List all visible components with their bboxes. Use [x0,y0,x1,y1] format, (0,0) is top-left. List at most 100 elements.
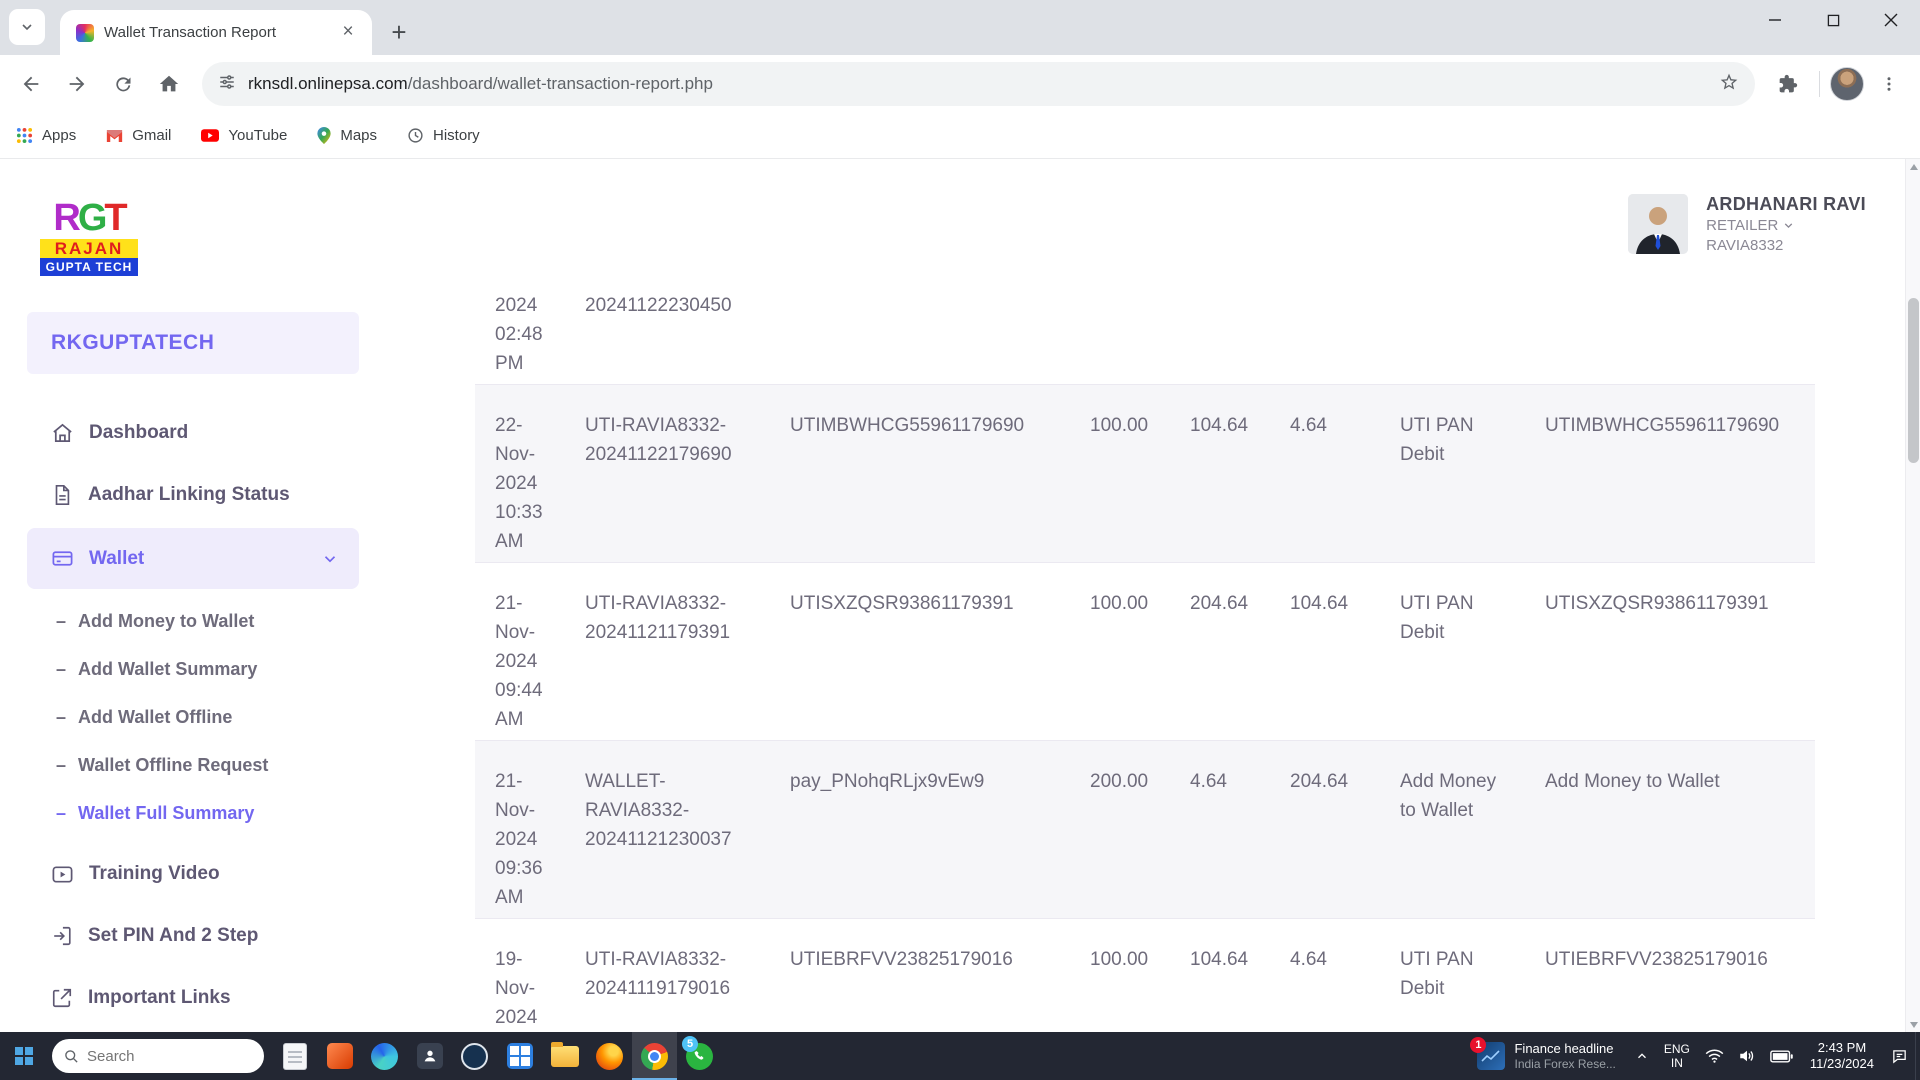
sidebar-item-training-video[interactable]: Training Video [0,843,386,905]
user-role-label: RETAILER [1706,216,1778,236]
wallet-submenu: – Add Money to Wallet – Add Wallet Summa… [0,597,386,837]
table-row: 21-Nov-2024 09:36 AM WALLET-RAVIA8332-20… [475,741,1815,919]
user-name: ARDHANARI RAVI [1706,193,1866,216]
user-role-dropdown[interactable]: RETAILER [1706,216,1866,236]
taskbar-icon-firefox[interactable] [587,1032,632,1080]
youtube-icon [201,129,219,142]
history-clock-icon [407,127,424,144]
logo-letters: RGT [40,199,138,237]
taskbar-icon-dell[interactable] [452,1032,497,1080]
window-minimize-button[interactable] [1746,0,1804,40]
bookmark-gmail[interactable]: Gmail [106,127,171,144]
bookmark-youtube[interactable]: YouTube [201,127,287,144]
cell-type: Add Money to Wallet [1380,767,1525,918]
puzzle-icon [1778,74,1798,94]
taskbar-icon-whatsapp[interactable]: 5 [677,1032,722,1080]
tray-show-hidden-icons[interactable] [1628,1032,1656,1080]
sidebar-subitem-add-money-to-wallet[interactable]: – Add Money to Wallet [0,597,386,645]
sidebar-subitem-label: Wallet Offline Request [78,755,268,776]
taskbar-icon-notepad[interactable] [272,1032,317,1080]
address-bar[interactable]: rknsdl.onlinepsa.com/dashboard/wallet-tr… [202,62,1755,106]
extensions-button[interactable] [1767,63,1809,105]
news-widget[interactable]: 1 Finance headline India Forex Rese... [1465,1041,1627,1071]
scrollbar-thumb[interactable] [1908,298,1919,463]
back-button[interactable] [10,63,52,105]
cell-type: UTI PAN Debit [1380,589,1525,740]
cell-amount: 100.00 [1070,589,1170,740]
taskbar-search-input[interactable] [87,1048,237,1065]
taskbar-clock[interactable]: 2:43 PM 11/23/2024 [1800,1040,1884,1072]
home-icon [51,422,74,445]
sidebar-item-important-links[interactable]: Important Links [0,967,386,1029]
page-scrollbar[interactable] [1905,159,1920,1032]
chevron-down-icon [19,19,35,35]
user-avatar[interactable] [1628,194,1688,254]
scrollbar-down-arrow[interactable] [1906,1017,1920,1032]
sidebar-subitem-label: Wallet Full Summary [78,803,254,824]
cell-balance-before: 4.64 [1170,767,1270,918]
user-id: RAVIA8332 [1706,236,1866,256]
taskbar-search[interactable] [52,1039,264,1073]
dash-bullet: – [56,707,66,728]
windows-logo-icon [15,1047,33,1065]
bookmark-label: Apps [42,127,76,144]
cell-balance-after: 104.64 [1270,589,1380,740]
cell-reference: UTI-RAVIA8332-20241119179016 [565,945,770,1032]
dash-bullet: – [56,803,66,824]
sidebar-subitem-wallet-full-summary[interactable]: – Wallet Full Summary [0,789,386,837]
chevron-up-icon [1635,1049,1649,1063]
action-center-icon[interactable] [1884,1032,1915,1080]
taskbar-icon-store[interactable] [497,1032,542,1080]
profile-avatar[interactable] [1830,67,1864,101]
apps-grid-icon [16,127,33,144]
taskbar-icon-office[interactable] [317,1032,362,1080]
cell-remarks: UTISXZQSR93861179391 [1525,589,1815,740]
site-info-icon[interactable] [218,73,236,96]
taskbar-icon-explorer[interactable] [542,1032,587,1080]
taskbar-icon-app[interactable] [407,1032,452,1080]
bookmark-star-icon[interactable] [1719,72,1739,97]
bookmark-history[interactable]: History [407,127,480,144]
dash-bullet: – [56,755,66,776]
sidebar-subitem-add-wallet-summary[interactable]: – Add Wallet Summary [0,645,386,693]
toolbar-divider [1819,71,1820,97]
tab-search-button[interactable] [9,9,45,45]
new-tab-button[interactable]: + [382,15,416,49]
window-maximize-button[interactable] [1804,0,1862,40]
sidebar-item-aadhar-linking-status[interactable]: Aadhar Linking Status [0,464,386,526]
bookmark-apps[interactable]: Apps [16,127,76,144]
forward-button[interactable] [56,63,98,105]
show-desktop-button[interactable] [1915,1032,1920,1080]
home-button[interactable] [148,63,190,105]
taskbar-icon-chrome[interactable] [632,1032,677,1080]
cell-remarks: Add Money to Wallet [1525,767,1815,918]
site-logo[interactable]: RGT RAJAN GUPTA TECH [40,199,138,276]
cell-date: 19-Nov-2024 [475,945,565,1032]
bookmark-maps[interactable]: Maps [317,127,377,144]
battery-icon[interactable] [1763,1032,1800,1080]
volume-icon[interactable] [1731,1032,1763,1080]
sidebar-subitem-label: Add Wallet Summary [78,659,257,680]
window-close-button[interactable] [1862,0,1920,40]
browser-tab[interactable]: Wallet Transaction Report × [60,10,372,55]
sidebar-item-wallet[interactable]: Wallet [27,528,359,589]
browser-menu-button[interactable] [1868,63,1910,105]
sidebar-subitem-add-wallet-offline[interactable]: – Add Wallet Offline [0,693,386,741]
scrollbar-up-arrow[interactable] [1906,159,1920,174]
maximize-icon [1827,14,1840,27]
language-code: ENG [1664,1042,1690,1056]
tab-strip: Wallet Transaction Report × + [0,0,1920,55]
sidebar-item-dashboard[interactable]: Dashboard [0,402,386,464]
sidebar-subitem-wallet-offline-request[interactable]: – Wallet Offline Request [0,741,386,789]
tab-title: Wallet Transaction Report [104,24,326,41]
sidebar-item-label: Aadhar Linking Status [88,484,290,506]
wifi-icon[interactable] [1698,1032,1731,1080]
bookmarks-bar: Apps Gmail YouTube Maps History [0,113,1920,159]
cell-transaction-id: UTISXZQSR93861179391 [770,589,1070,740]
sidebar-item-set-pin-and-2-step[interactable]: Set PIN And 2 Step [0,905,386,967]
reload-button[interactable] [102,63,144,105]
tab-close-icon[interactable]: × [336,21,360,45]
start-button[interactable] [0,1032,48,1080]
language-indicator[interactable]: ENG IN [1656,1042,1698,1070]
taskbar-icon-edge[interactable] [362,1032,407,1080]
